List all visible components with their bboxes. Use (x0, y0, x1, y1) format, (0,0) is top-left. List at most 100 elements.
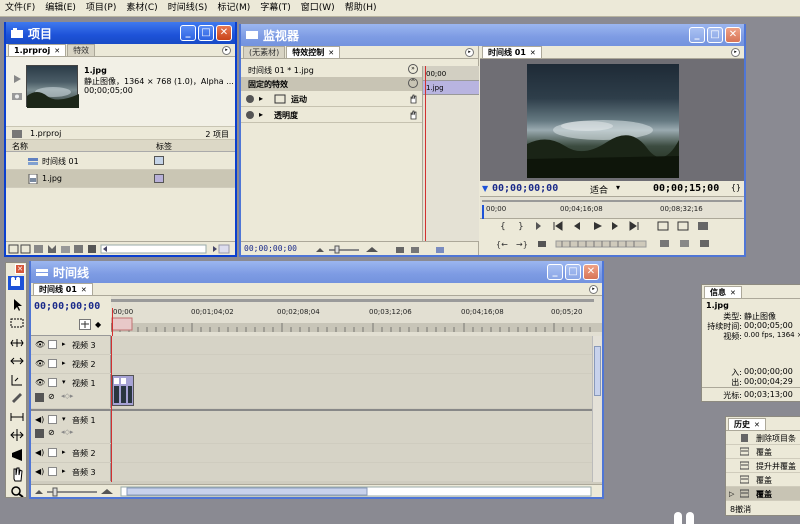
menu-help[interactable]: 帮助(H) (340, 0, 382, 17)
speaker-icon[interactable]: ◀) (35, 467, 44, 476)
keyframe-nav-icon[interactable]: ◂◇▸ (61, 428, 73, 436)
fit-dropdown[interactable]: 适合 (590, 183, 608, 196)
timeline-work-area-bar[interactable] (111, 299, 594, 302)
monitor-maximize-button[interactable]: □ (707, 27, 723, 43)
track-audio-2[interactable]: ◀) ▸ 音频 2 (31, 444, 602, 462)
no-keyframe-icon[interactable]: ⊘ (48, 428, 55, 437)
expand-arrow-icon[interactable]: ▸ (62, 340, 66, 348)
clip-block[interactable] (112, 375, 134, 406)
monitor-minimize-button[interactable]: _ (689, 27, 705, 43)
display-style-icon[interactable] (35, 393, 44, 402)
tab-effect-controls[interactable]: 特效控制 ✕ (286, 46, 341, 58)
close-icon[interactable]: ✕ (81, 286, 87, 294)
tab-info[interactable]: 信息 ✕ (704, 286, 742, 298)
keyframe-nav-icon[interactable]: ◂◇▸ (61, 392, 73, 400)
project-minimize-button[interactable]: _ (180, 25, 196, 41)
eye-icon[interactable]: 👁 (35, 378, 45, 387)
speaker-icon[interactable]: ◀) (35, 448, 44, 457)
menu-clip[interactable]: 素材(C) (121, 0, 162, 17)
tab-effects[interactable]: 特效 (67, 44, 96, 56)
close-icon[interactable]: ✕ (530, 49, 536, 57)
list-item[interactable]: 删除项目条 (726, 431, 800, 445)
track-audio-1[interactable]: ◀) ▾ 音频 1 ⊘ ◂◇▸ (31, 409, 602, 443)
lock-toggle-icon[interactable] (48, 359, 57, 368)
vertical-scrollbar[interactable] (592, 336, 602, 482)
label-color-swatch[interactable] (154, 156, 164, 165)
tab-program[interactable]: 时间线 01 ✕ (482, 46, 542, 58)
tab-history[interactable]: 历史 ✕ (728, 418, 766, 430)
lock-toggle-icon[interactable] (48, 448, 57, 457)
expand-icon[interactable]: » (408, 64, 418, 74)
timeline-timecode[interactable]: 00;00;00;00 (34, 301, 100, 312)
menu-edit[interactable]: 编辑(E) (40, 0, 81, 17)
lock-toggle-icon[interactable] (48, 415, 57, 424)
close-icon[interactable]: ✕ (754, 421, 760, 429)
effect-toggle-icon[interactable] (246, 95, 254, 103)
panel-menu-icon[interactable]: ▸ (222, 46, 231, 55)
play-preview-icon[interactable] (11, 73, 23, 85)
display-style-icon[interactable] (35, 429, 44, 438)
timeline-close-button[interactable]: ✕ (583, 264, 599, 280)
close-icon[interactable]: ✕ (730, 289, 736, 297)
project-toolbar-icons[interactable] (6, 242, 235, 256)
menu-marker[interactable]: 标记(M) (212, 0, 255, 17)
timeline-maximize-button[interactable]: □ (565, 264, 581, 280)
menu-file[interactable]: 文件(F) (0, 0, 40, 17)
effect-timecode[interactable]: 00;00;00;00 (244, 244, 297, 253)
list-item[interactable]: ▷ 覆盖 (726, 487, 800, 501)
lock-toggle-icon[interactable] (48, 467, 57, 476)
expand-arrow-icon[interactable]: ▸ (259, 94, 263, 103)
menu-project[interactable]: 项目(P) (81, 0, 121, 17)
track-video-1[interactable]: 👁 ▾ 视频 1 ⊘ ◂◇▸ (31, 374, 602, 408)
menu-window[interactable]: 窗口(W) (296, 0, 340, 17)
speaker-icon[interactable]: ◀) (35, 415, 44, 424)
tab-project-file[interactable]: 1.prproj ✕ (8, 44, 67, 56)
no-keyframe-icon[interactable]: ⊘ (48, 392, 55, 401)
tab-sequence[interactable]: 时间线 01 ✕ (33, 283, 93, 295)
mini-ruler[interactable]: 00;00 (423, 66, 479, 81)
menu-timeline[interactable]: 时间线(S) (163, 0, 213, 17)
label-color-swatch[interactable] (154, 174, 164, 183)
timeline-zoom-controls[interactable] (31, 485, 602, 498)
effect-zoom-controls[interactable] (311, 244, 476, 255)
tool-icons[interactable] (9, 297, 25, 497)
list-item[interactable]: 覆盖 (726, 473, 800, 487)
program-current-timecode[interactable]: 00;00;00;00 (492, 183, 558, 194)
timeline-titlebar[interactable]: 时间线 _ □ ✕ (31, 261, 602, 283)
monitor-titlebar[interactable]: 监视器 _ □ ✕ (241, 24, 744, 46)
lock-toggle-icon[interactable] (48, 340, 57, 349)
transport-controls[interactable]: { } {← →} (480, 219, 744, 255)
duration-toggle-icon[interactable]: {} (731, 183, 741, 192)
reset-hand-icon[interactable] (408, 109, 418, 122)
column-label[interactable]: 标签 (156, 141, 172, 152)
menu-title[interactable]: 字幕(T) (255, 0, 296, 17)
project-maximize-button[interactable]: □ (198, 25, 214, 41)
track-audio-3[interactable]: ◀) ▸ 音频 3 (31, 463, 602, 481)
track-video-2[interactable]: 👁 ▸ 视频 2 (31, 355, 602, 373)
snap-icon[interactable] (79, 319, 91, 330)
expand-arrow-icon[interactable]: ▸ (62, 448, 66, 456)
collapse-icon[interactable]: ^ (408, 78, 418, 88)
tools-close-button[interactable]: ✕ (15, 264, 25, 274)
list-item[interactable]: 1.jpg (6, 170, 235, 188)
expand-arrow-icon[interactable]: ▸ (259, 110, 263, 119)
list-item[interactable]: 时间线 01 (6, 152, 235, 170)
marker-icon[interactable]: ◆ (95, 320, 101, 329)
timeline-minimize-button[interactable]: _ (547, 264, 563, 280)
panel-menu-icon[interactable]: ▸ (731, 48, 740, 57)
lock-toggle-icon[interactable] (48, 378, 57, 387)
project-titlebar[interactable]: 项目 _ □ ✕ (6, 22, 235, 44)
reset-hand-icon[interactable] (408, 93, 418, 106)
column-name[interactable]: 名称 (12, 141, 28, 152)
panel-menu-icon[interactable]: ▸ (465, 48, 474, 57)
tab-no-clip[interactable]: (无素材) (243, 46, 286, 58)
expand-arrow-icon[interactable]: ▸ (62, 467, 66, 475)
program-ruler[interactable]: 00;00 00;04;16;08 00;08;32;16 (480, 197, 744, 219)
expand-arrow-icon[interactable]: ▾ (62, 415, 66, 423)
eye-icon[interactable]: 👁 (35, 359, 45, 368)
timeline-ruler[interactable]: 00;00 00;01;04;02 00;02;08;04 00;03;12;0… (111, 296, 602, 336)
monitor-close-button[interactable]: ✕ (725, 27, 741, 43)
camera-icon[interactable] (11, 91, 23, 101)
track-video-3[interactable]: 👁 ▸ 视频 3 (31, 336, 602, 354)
effect-toggle-icon[interactable] (246, 111, 254, 119)
